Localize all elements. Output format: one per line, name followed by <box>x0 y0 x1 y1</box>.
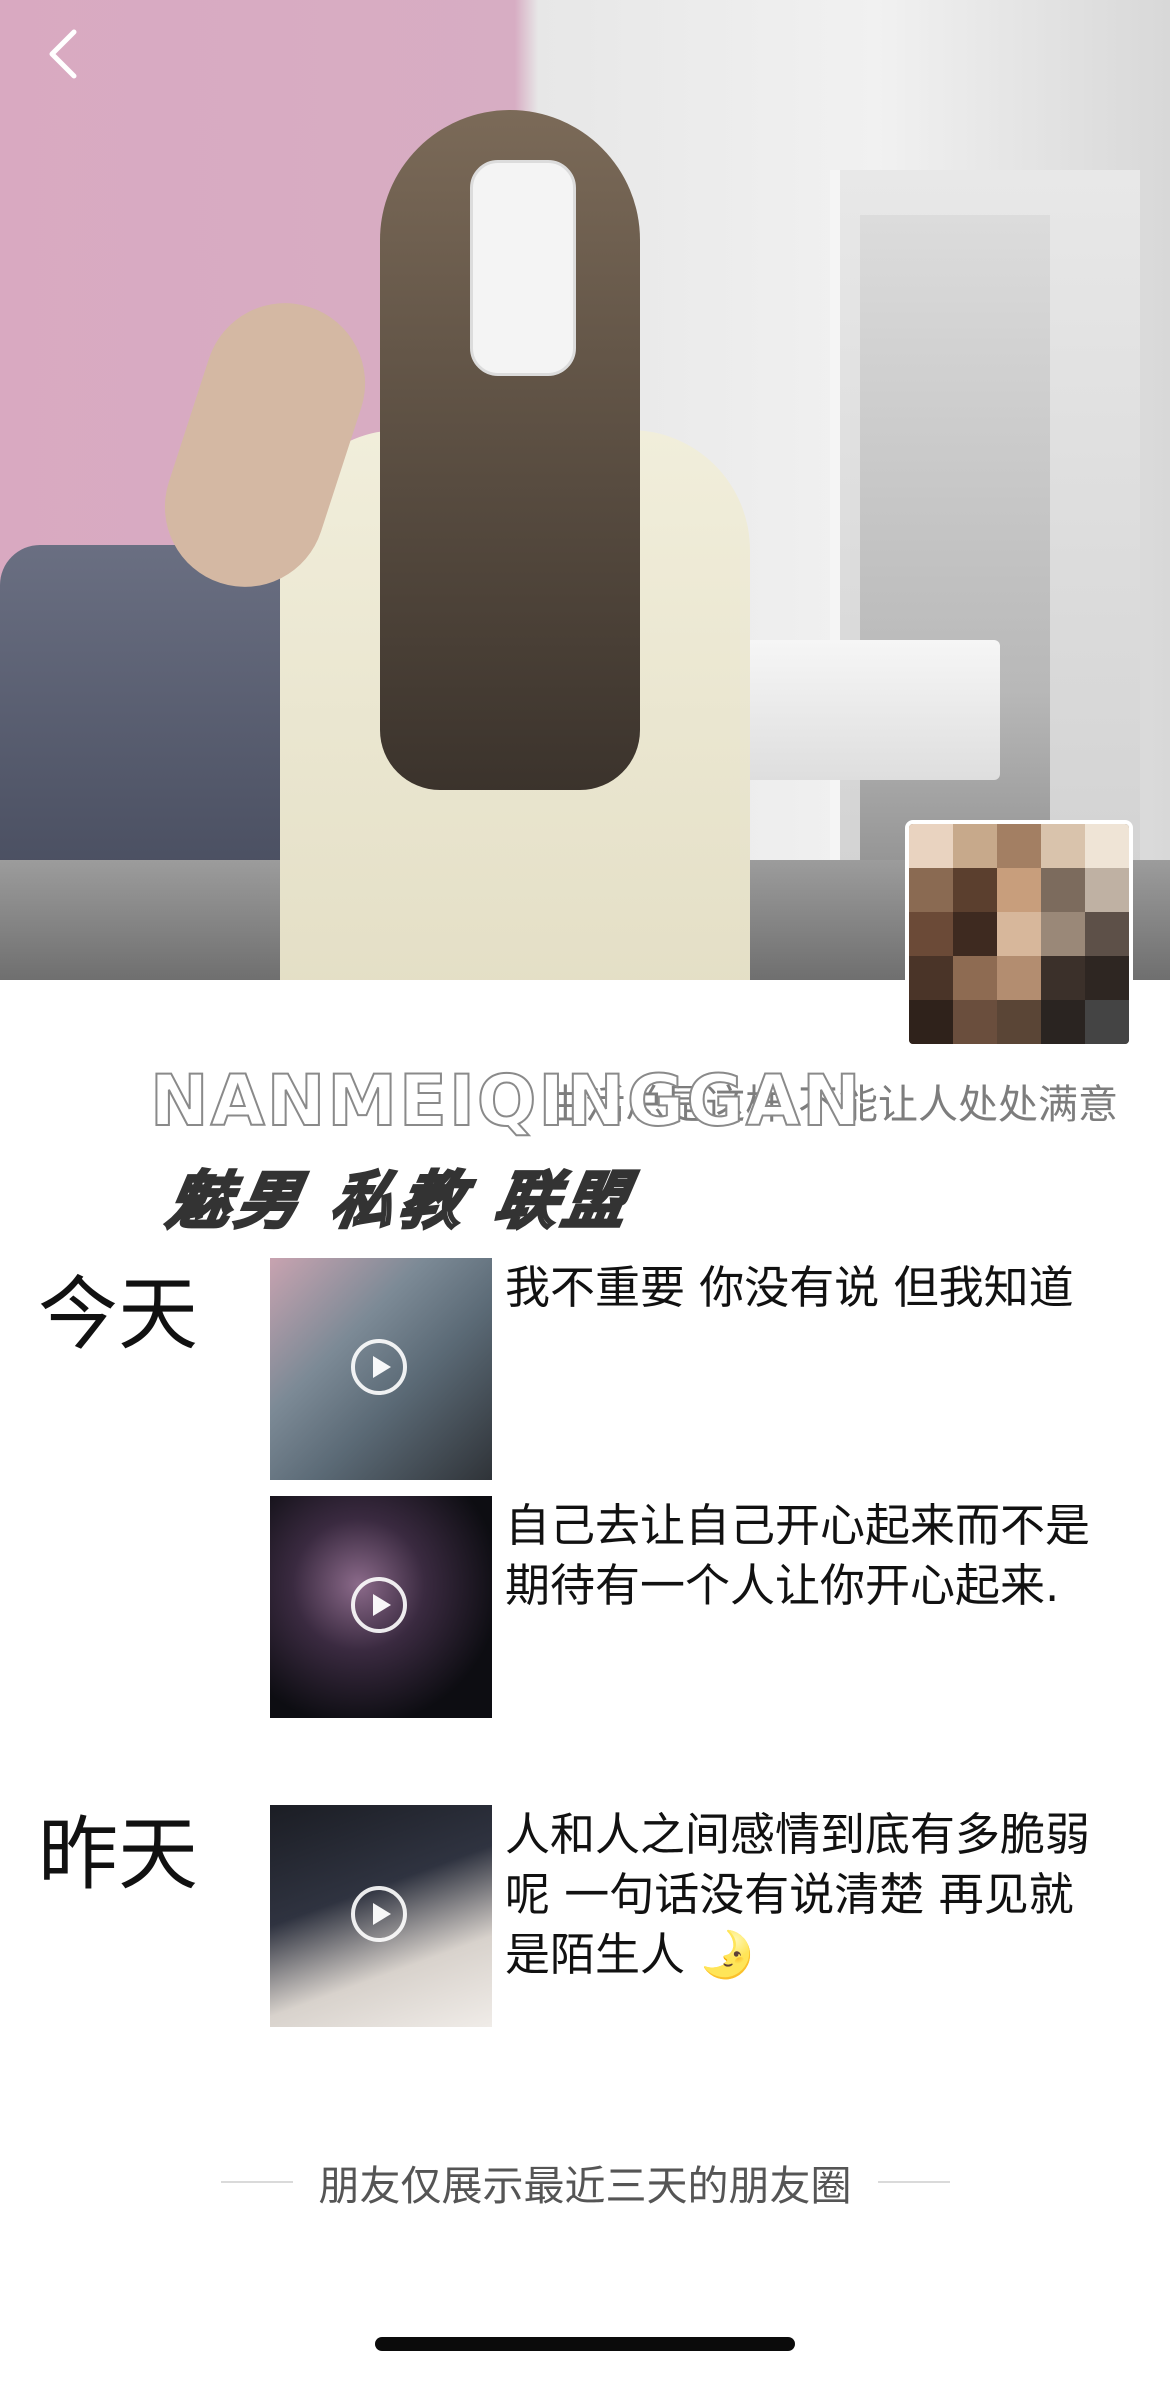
feed-post[interactable]: 人和人之间感情到底有多脆弱呢 一句话没有说清楚 再见就是陌生人 🌛 <box>270 1805 1130 2027</box>
avatar-pixel <box>1041 912 1085 956</box>
post-video-thumbnail[interactable] <box>270 1496 492 1718</box>
avatar-pixel <box>953 956 997 1000</box>
post-text: 自己去让自己开心起来而不是期待有一个人让你开心起来. <box>505 1499 1091 1612</box>
avatar[interactable] <box>905 820 1133 1048</box>
avatar-pixel <box>997 912 1041 956</box>
cover-phone <box>470 160 576 376</box>
feed-end-note: 朋友仅展示最近三天的朋友圈 <box>0 2152 1170 2212</box>
avatar-pixel <box>1085 912 1129 956</box>
avatar-pixel <box>953 1000 997 1044</box>
avatar-pixel <box>997 956 1041 1000</box>
play-icon <box>351 1886 407 1942</box>
avatar-pixel <box>909 1000 953 1044</box>
cover-doorway <box>860 215 1050 895</box>
post-video-thumbnail[interactable] <box>270 1258 492 1480</box>
divider-line <box>220 2181 293 2183</box>
avatar-pixel <box>1041 868 1085 912</box>
play-icon <box>351 1339 407 1395</box>
watermark-cn-text: 魅男 私教 联盟 <box>161 1163 640 1239</box>
avatar-pixel <box>1085 1000 1129 1044</box>
avatar-pixel <box>953 824 997 868</box>
avatar-pixel <box>909 912 953 956</box>
avatar-pixel <box>1085 868 1129 912</box>
feed-end-note-text: 朋友仅展示最近三天的朋友圈 <box>318 2162 852 2210</box>
avatar-pixel <box>909 868 953 912</box>
post-text: 人和人之间感情到底有多脆弱呢 一句话没有说清楚 再见就是陌生人 🌛 <box>505 1808 1091 1981</box>
avatar-pixel <box>1041 824 1085 868</box>
chevron-left-icon <box>49 29 77 79</box>
day-label-yesterday: 昨天 <box>38 1808 198 1901</box>
post-text: 我不重要 你没有说 但我知道 <box>505 1261 1074 1314</box>
avatar-pixel <box>953 868 997 912</box>
feed-post[interactable]: 我不重要 你没有说 但我知道 <box>270 1258 1130 1480</box>
avatar-pixel <box>1085 956 1129 1000</box>
divider-line <box>877 2181 950 2183</box>
watermark-latin-text: NANMEIQINGGAN <box>149 1059 863 1143</box>
home-indicator[interactable] <box>375 2337 795 2351</box>
avatar-pixel <box>909 956 953 1000</box>
play-icon <box>351 1577 407 1633</box>
back-button[interactable] <box>36 26 92 82</box>
avatar-pixel <box>909 824 953 868</box>
avatar-pixel <box>997 1000 1041 1044</box>
avatar-pixel <box>1041 956 1085 1000</box>
day-label-today: 今天 <box>38 1268 198 1361</box>
avatar-pixel <box>997 868 1041 912</box>
avatar-pixel <box>997 824 1041 868</box>
post-video-thumbnail[interactable] <box>270 1805 492 2027</box>
feed-post[interactable]: 自己去让自己开心起来而不是期待有一个人让你开心起来. <box>270 1496 1130 1718</box>
avatar-pixel <box>1041 1000 1085 1044</box>
avatar-pixel <box>953 912 997 956</box>
avatar-pixel <box>1085 824 1129 868</box>
